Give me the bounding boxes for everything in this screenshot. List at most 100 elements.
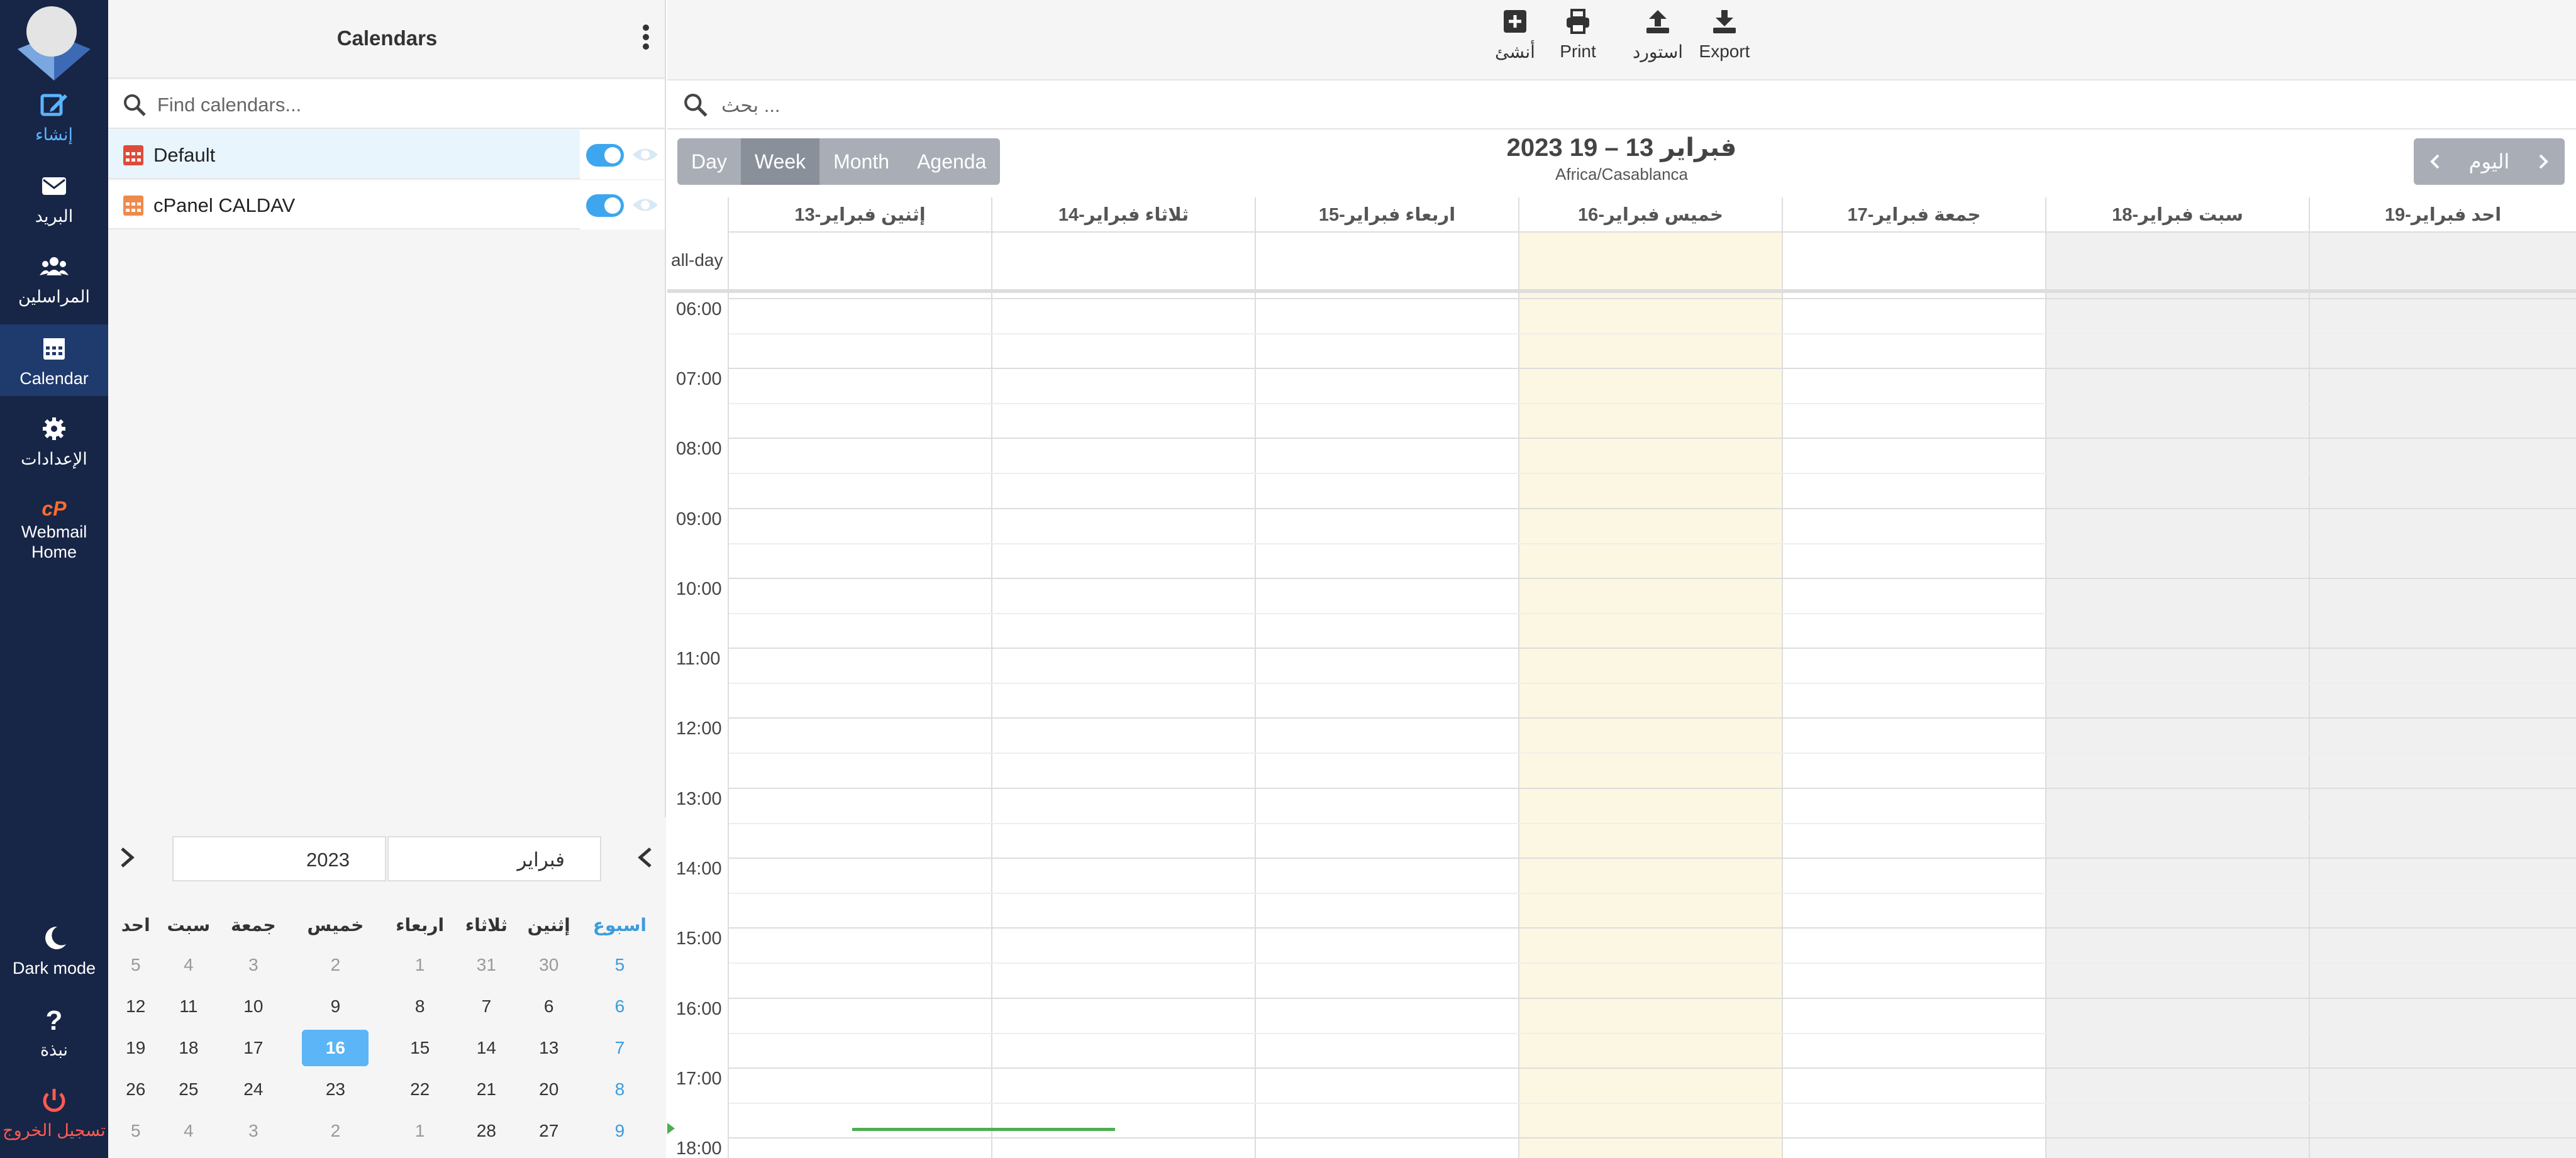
event-search-input[interactable]: بحث ... [721,94,780,117]
nav-webmail-home[interactable]: cP Webmail Home [0,498,108,573]
day-cell[interactable]: 21 [455,1069,518,1110]
calendar-item-default[interactable]: Default [108,130,665,179]
print-button[interactable]: Print [1553,8,1603,62]
plus-square-icon [1504,10,1526,33]
day-column-header[interactable]: احد فبراير-19 [2310,197,2576,233]
nav-dark-mode[interactable]: Dark mode [0,923,108,983]
day-column-header[interactable]: سبت فبراير-18 [2046,197,2309,233]
day-cell[interactable]: 8 [384,986,455,1027]
nav-contacts[interactable]: المراسلين [0,251,108,314]
day-cell[interactable]: 14 [455,1027,518,1069]
import-button[interactable]: استورد [1629,8,1686,62]
calendar-search-input[interactable]: Find calendars... [157,94,301,116]
day-cell[interactable]: 1 [384,1110,455,1152]
day-cell[interactable]: 3 [220,944,286,986]
day-cell[interactable]: 15 [384,1027,455,1069]
calendar-toggle[interactable] [586,144,624,167]
day-column[interactable]: جمعة فبراير-17 [1783,197,2046,1158]
week-number[interactable]: 7 [580,1027,659,1069]
more-options-icon[interactable] [641,24,651,50]
day-cell[interactable]: 2 [287,1110,385,1152]
day-cell[interactable]: 6 [518,986,580,1027]
day-cell[interactable]: 2 [287,944,385,986]
day-cell[interactable]: 13 [518,1027,580,1069]
day-cell[interactable]: 12 [114,986,157,1027]
next-period-button[interactable] [2521,138,2565,185]
eye-icon[interactable] [631,144,659,165]
day-column[interactable]: ثلاثاء فبراير-14 [992,197,1256,1158]
week-number[interactable]: 6 [580,986,659,1027]
day-cell[interactable]: 19 [114,1027,157,1069]
day-cell[interactable]: 10 [220,986,286,1027]
nav-mail[interactable]: البريد [0,171,108,234]
half-hour-line [729,613,2576,614]
calendar-toggle[interactable] [586,194,624,217]
day-column-header[interactable]: جمعة فبراير-17 [1783,197,2045,233]
day-cell[interactable]: 11 [157,986,220,1027]
day-cell[interactable]: 1 [384,944,455,986]
day-cell[interactable]: 7 [455,986,518,1027]
day-column[interactable]: اربعاء فبراير-15 [1256,197,1519,1158]
prev-period-button[interactable] [2414,138,2458,185]
week-number[interactable]: 9 [580,1110,659,1152]
nav-calendar[interactable]: Calendar [0,324,108,396]
day-column-today[interactable]: خميس فبراير-16 [1519,197,1783,1158]
calendar-search[interactable]: Find calendars... [108,80,665,129]
day-cell[interactable]: 23 [287,1069,385,1110]
month-select[interactable]: فبراير [387,836,601,881]
day-cell-today[interactable]: 16 [287,1027,385,1069]
import-label: استورد [1632,42,1684,62]
main-navigation: إنشاء البريد المراسلين Calendar الإعدادا… [0,0,108,1158]
week-number[interactable]: 8 [580,1069,659,1110]
day-cell[interactable]: 27 [518,1110,580,1152]
day-cell[interactable]: 9 [287,986,385,1027]
day-column-weekend[interactable]: سبت فبراير-18 [2046,197,2310,1158]
export-button[interactable]: Export [1696,8,1753,62]
day-cell[interactable]: 31 [455,944,518,986]
create-button[interactable]: أنشئ [1490,8,1540,62]
day-column-header[interactable]: اربعاء فبراير-15 [1256,197,1518,233]
chevron-right-icon [2539,154,2548,169]
week-number[interactable]: 5 [580,944,659,986]
day-cell[interactable]: 4 [157,1110,220,1152]
day-cell[interactable]: 22 [384,1069,455,1110]
week-grid: إثنين فبراير-13 ثلاثاء فبراير-14 اربعاء … [667,197,2576,1158]
nav-logout[interactable]: تسجيل الخروج [0,1085,108,1148]
calendar-main: أنشئ Print استورد Export بحث ... Day Wee… [667,0,2576,1158]
day-column-header[interactable]: إثنين فبراير-13 [729,197,991,233]
day-cell[interactable]: 24 [220,1069,286,1110]
mini-calendar-grid: احد سبت جمعة خميس اربعاء ثلاثاء إثنين اس… [114,905,659,1152]
year-select[interactable]: 2023 [172,836,386,881]
all-day-row[interactable] [667,233,2576,293]
day-cell[interactable]: 5 [114,1110,157,1152]
day-cell[interactable]: 3 [220,1110,286,1152]
day-cell[interactable]: 5 [114,944,157,986]
event-search[interactable]: بحث ... [667,80,2576,130]
day-cell[interactable]: 30 [518,944,580,986]
day-cell[interactable]: 28 [455,1110,518,1152]
day-header: جمعة [231,915,276,935]
compose-icon [40,94,67,116]
day-cell[interactable]: 17 [220,1027,286,1069]
eye-icon[interactable] [631,194,659,216]
day-column-header[interactable]: خميس فبراير-16 [1519,197,1782,233]
day-column-weekend[interactable]: احد فبراير-19 [2310,197,2576,1158]
help-icon: ? [46,1005,63,1035]
day-cell[interactable]: 4 [157,944,220,986]
hour-line [729,648,2576,649]
today-button[interactable]: اليوم [2458,138,2521,185]
day-cell[interactable]: 20 [518,1069,580,1110]
nav-settings[interactable]: الإعدادات [0,414,108,477]
day-cell[interactable]: 26 [114,1069,157,1110]
day-cell[interactable]: 25 [157,1069,220,1110]
hour-label: 18:00 [676,1139,722,1158]
day-column[interactable]: إثنين فبراير-13 [729,197,992,1158]
day-cell[interactable]: 18 [157,1027,220,1069]
nav-create[interactable]: إنشاء [0,89,108,152]
chevron-right-icon[interactable] [114,845,140,870]
today-marker: 16 [302,1030,369,1066]
day-column-header[interactable]: ثلاثاء فبراير-14 [992,197,1255,233]
chevron-left-icon[interactable] [633,845,658,870]
nav-about[interactable]: ? نبذة [0,1005,108,1065]
calendar-item-cpanel-caldav[interactable]: cPanel CALDAV [108,180,665,229]
